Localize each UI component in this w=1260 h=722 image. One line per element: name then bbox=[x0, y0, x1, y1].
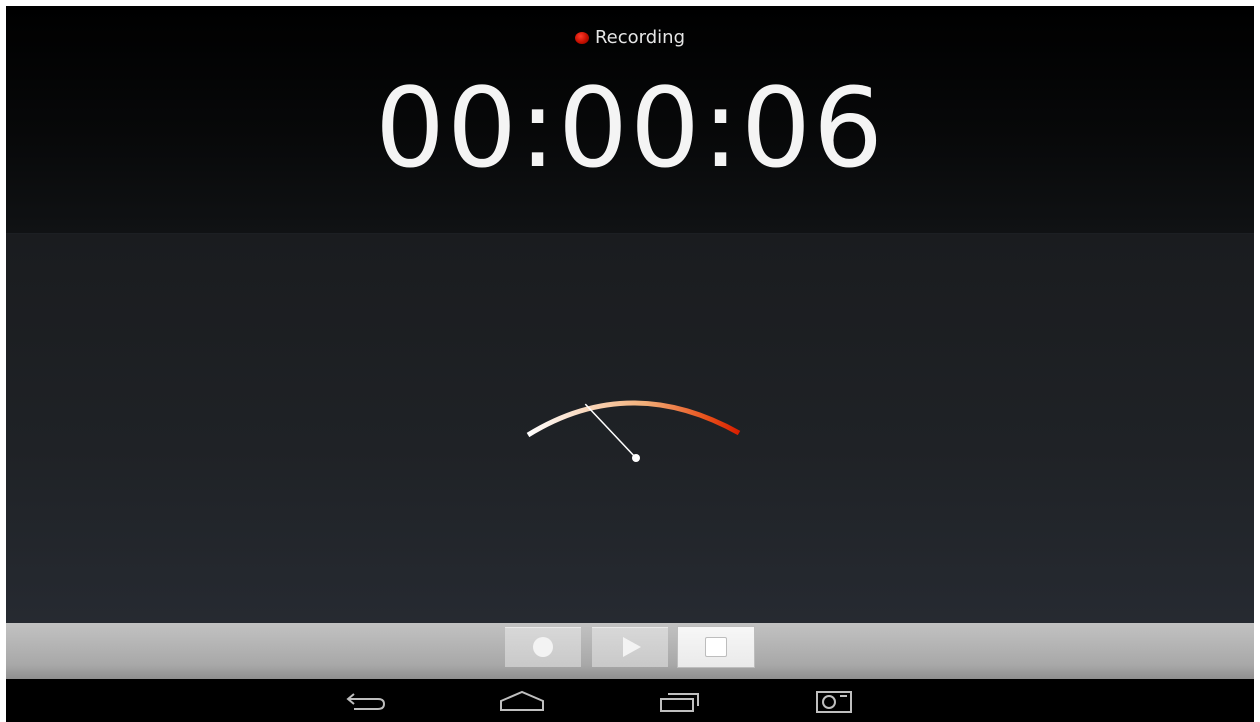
vu-meter bbox=[526, 400, 741, 462]
screenshot-icon bbox=[816, 691, 852, 713]
timer-panel: Recording 00:00:06 bbox=[6, 6, 1254, 234]
recording-status-label: Recording bbox=[594, 27, 686, 48]
stop-icon bbox=[705, 637, 727, 657]
back-button[interactable] bbox=[336, 685, 396, 717]
playback-control-bar bbox=[6, 623, 1254, 679]
vu-meter-pivot bbox=[632, 454, 640, 462]
recording-indicator-icon bbox=[574, 32, 589, 44]
level-meter-panel bbox=[6, 234, 1254, 623]
screenshot-button[interactable] bbox=[804, 685, 864, 717]
recent-apps-icon bbox=[660, 693, 699, 712]
recorder-screen: Recording 00:00:06 bbox=[6, 6, 1254, 722]
play-icon bbox=[623, 637, 641, 657]
vu-meter-needle bbox=[584, 403, 637, 459]
vu-meter-scale-arc bbox=[526, 400, 741, 438]
home-button[interactable] bbox=[492, 685, 552, 717]
elapsed-time: 00:00:06 bbox=[374, 64, 886, 192]
system-navigation-bar bbox=[6, 679, 1254, 722]
play-button[interactable] bbox=[592, 627, 668, 667]
record-button[interactable] bbox=[505, 627, 581, 667]
stop-button[interactable] bbox=[678, 627, 754, 667]
recording-status: Recording bbox=[6, 26, 1254, 50]
home-icon bbox=[500, 690, 544, 711]
recent-apps-button[interactable] bbox=[650, 685, 710, 717]
back-icon bbox=[346, 693, 386, 710]
record-icon bbox=[533, 637, 553, 657]
